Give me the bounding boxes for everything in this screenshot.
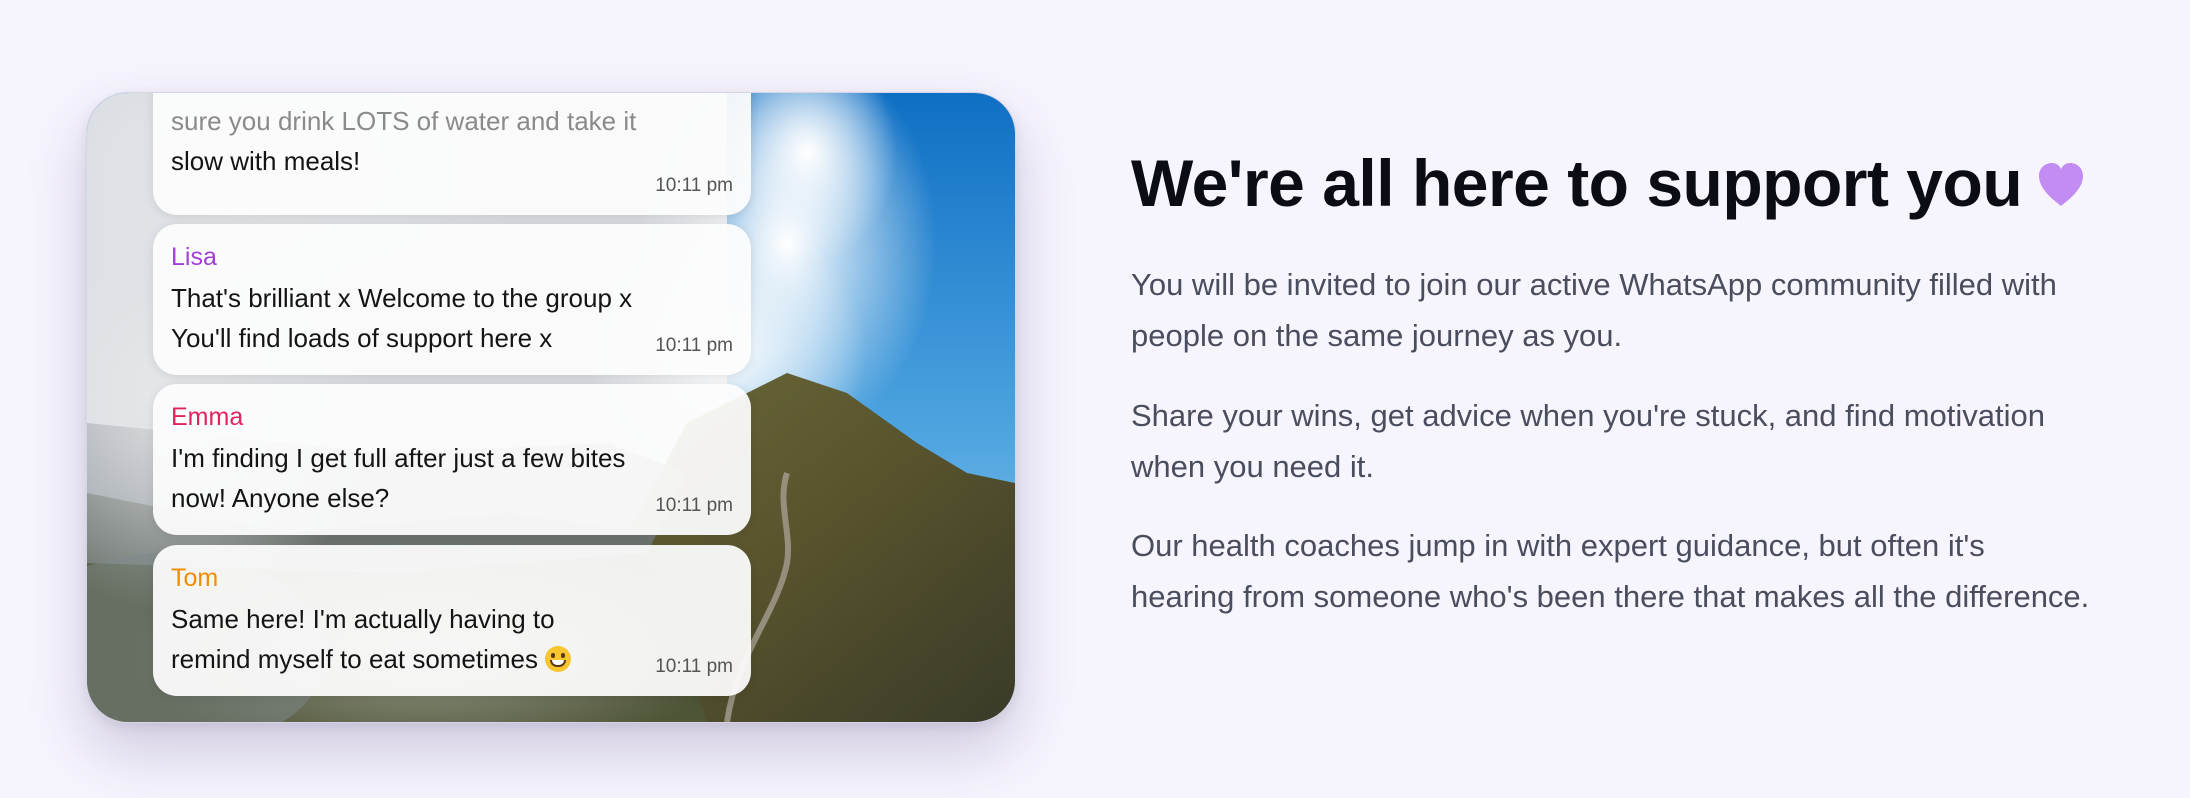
section-title-text: We're all here to support you	[1131, 146, 2023, 220]
message-text-main: Same here! I'm actually having to remind…	[171, 604, 555, 674]
message-sender: Lisa	[171, 243, 217, 271]
community-chat-card: sure you drink LOTS of water and take it…	[86, 92, 1016, 723]
message-time: 10:11 pm	[655, 495, 733, 516]
message-sender: Emma	[171, 403, 244, 431]
community-section: We're all here to support you You will b…	[1131, 140, 2091, 614]
chat-message: sure you drink LOTS of water and take it…	[153, 93, 751, 215]
message-text: sure you drink LOTS of water and take it…	[171, 101, 733, 181]
chat-message: Emma I'm finding I get full after just a…	[153, 384, 751, 535]
message-time: 10:11 pm	[655, 335, 733, 356]
grinning-face-icon	[545, 646, 572, 672]
message-time: 10:11 pm	[655, 175, 733, 196]
message-text: Same here! I'm actually having to remind…	[171, 599, 733, 679]
message-text: That's brilliant x Welcome to the group …	[171, 283, 633, 353]
message-sender: Tom	[171, 564, 219, 592]
message-text-main: slow with meals!	[171, 146, 361, 176]
message-text: I'm finding I get full after just a few …	[171, 443, 626, 513]
description-paragraph: You will be invited to join our active W…	[1131, 267, 2057, 353]
message-time: 10:11 pm	[655, 656, 733, 677]
description-paragraph: Our health coaches jump in with expert g…	[1131, 528, 2090, 614]
chat-message: Tom Same here! I'm actually having to re…	[153, 545, 751, 696]
description-paragraph: Share your wins, get advice when you're …	[1131, 398, 2046, 484]
purple-heart-icon	[2039, 163, 2084, 206]
message-text-faded: sure you drink LOTS of water and take it	[171, 106, 637, 136]
section-title: We're all here to support you	[1131, 140, 2091, 226]
chat-message: Lisa That's brilliant x Welcome to the g…	[153, 224, 751, 375]
